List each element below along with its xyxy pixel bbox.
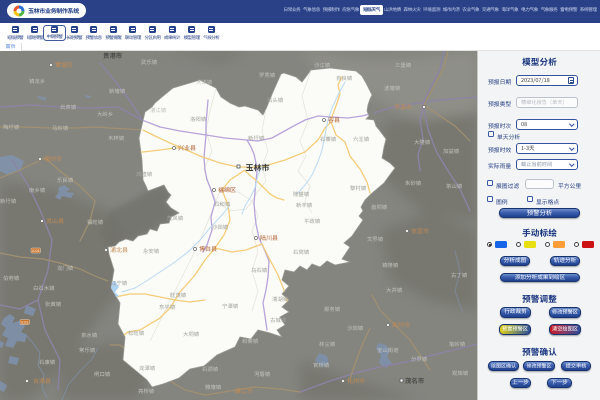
svg-text:松旺镇: 松旺镇 <box>128 329 145 337</box>
svg-text:兴业县: 兴业县 <box>178 143 196 152</box>
svg-text:河唇镇: 河唇镇 <box>254 370 271 378</box>
svg-text:宁潭镇: 宁潭镇 <box>222 302 239 310</box>
svg-text:G228: G228 <box>32 248 40 253</box>
svg-text:信宜市: 信宜市 <box>411 226 429 235</box>
svg-text:白石水镇: 白石水镇 <box>33 284 55 292</box>
svg-text:福绵区: 福绵区 <box>218 185 236 194</box>
svg-text:高州市: 高州市 <box>392 320 410 329</box>
svg-text:大隆镇: 大隆镇 <box>414 138 431 146</box>
svg-text:石颈镇: 石颈镇 <box>202 365 219 373</box>
svg-text:伯劳镇: 伯劳镇 <box>3 274 20 282</box>
svg-text:大岭乡: 大岭乡 <box>97 110 113 118</box>
svg-text:亮桥镇: 亮桥镇 <box>138 387 155 395</box>
svg-text:东平镇: 东平镇 <box>159 303 176 311</box>
svg-text:官桥镇: 官桥镇 <box>313 361 330 369</box>
svg-text:新圩镇: 新圩镇 <box>0 197 17 205</box>
svg-text:陶圩镇: 陶圩镇 <box>3 123 20 131</box>
svg-text:黎村镇: 黎村镇 <box>350 184 367 192</box>
svg-text:茂名市: 茂名市 <box>405 376 425 385</box>
svg-text:加益镇: 加益镇 <box>443 147 460 155</box>
svg-text:罗秀镇: 罗秀镇 <box>259 71 276 79</box>
svg-text:新圩镇: 新圩镇 <box>248 134 265 142</box>
svg-text:分界镇: 分界镇 <box>411 355 428 363</box>
svg-text:茂凤镇: 茂凤镇 <box>167 214 184 222</box>
svg-text:浦北县: 浦北县 <box>110 245 128 254</box>
svg-text:沙田镇: 沙田镇 <box>212 223 229 231</box>
svg-text:波塘镇: 波塘镇 <box>384 84 401 92</box>
svg-text:大洋镇: 大洋镇 <box>196 78 213 86</box>
svg-text:古城镇: 古城镇 <box>270 316 287 324</box>
svg-text:覃塘区: 覃塘区 <box>55 60 73 69</box>
svg-text:乌石镇: 乌石镇 <box>251 266 268 274</box>
svg-text:灵山县: 灵山县 <box>46 216 64 225</box>
svg-text:大井镇: 大井镇 <box>386 286 403 294</box>
svg-text:湛江镇: 湛江镇 <box>150 106 167 114</box>
svg-text:新丰镇: 新丰镇 <box>296 201 313 209</box>
svg-text:石康镇: 石康镇 <box>39 358 56 366</box>
svg-text:文界镇: 文界镇 <box>367 235 384 243</box>
svg-text:石头镇: 石头镇 <box>267 96 284 104</box>
svg-text:沙江镇: 沙江镇 <box>314 61 331 69</box>
svg-text:贵港市: 贵港市 <box>103 51 123 60</box>
svg-text:宝山街道: 宝山街道 <box>377 346 399 354</box>
svg-text:横州市: 横州市 <box>44 154 62 163</box>
svg-text:常乐镇: 常乐镇 <box>79 346 96 354</box>
svg-text:镇隆镇: 镇隆镇 <box>382 261 399 269</box>
svg-text:旺茂镇: 旺茂镇 <box>170 291 187 299</box>
svg-text:茶山镇: 茶山镇 <box>446 182 463 190</box>
svg-text:石窝镇: 石窝镇 <box>293 248 310 256</box>
svg-text:观珠镇: 观珠镇 <box>452 369 469 377</box>
svg-text:G325: G325 <box>21 319 29 324</box>
svg-text:古丁镇: 古丁镇 <box>451 271 468 279</box>
svg-text:石寨镇: 石寨镇 <box>320 135 337 143</box>
svg-text:洛阳镇: 洛阳镇 <box>190 115 207 123</box>
svg-text:永安镇: 永安镇 <box>143 247 160 255</box>
svg-text:三堡镇: 三堡镇 <box>395 61 412 69</box>
svg-text:盘垌镇: 盘垌镇 <box>371 203 388 211</box>
svg-text:江宁镇: 江宁镇 <box>111 279 128 287</box>
svg-text:自良镇: 自良镇 <box>336 74 353 82</box>
svg-text:博白县: 博白县 <box>199 244 217 253</box>
svg-text:云表镇: 云表镇 <box>60 103 77 111</box>
svg-text:雅塘镇: 雅塘镇 <box>205 383 222 391</box>
svg-text:镇龙乡: 镇龙乡 <box>29 77 45 85</box>
svg-text:清湖镇: 清湖镇 <box>272 295 289 303</box>
svg-text:沙田镇: 沙田镇 <box>347 324 364 332</box>
svg-text:石和镇: 石和镇 <box>214 200 231 208</box>
svg-text:朱砂镇: 朱砂镇 <box>405 179 422 187</box>
svg-text:化州市: 化州市 <box>347 376 365 385</box>
svg-text:大垌镇: 大垌镇 <box>183 330 200 338</box>
svg-text:南乡镇: 南乡镇 <box>29 186 46 194</box>
svg-text:隆盛镇: 隆盛镇 <box>293 190 310 198</box>
svg-text:龙潭镇: 龙潭镇 <box>139 364 156 372</box>
svg-text:张黄镇: 张黄镇 <box>45 300 62 308</box>
svg-text:六王镇: 六王镇 <box>353 135 370 143</box>
svg-text:合浦县: 合浦县 <box>33 376 51 385</box>
svg-text:闸口镇: 闸口镇 <box>94 370 111 378</box>
svg-text:乐民镇: 乐民镇 <box>57 176 74 184</box>
svg-text:马岭镇: 马岭镇 <box>52 124 69 132</box>
svg-text:玉林市: 玉林市 <box>246 163 270 174</box>
svg-text:平政镇: 平政镇 <box>304 217 321 225</box>
svg-text:林尘镇: 林尘镇 <box>319 340 336 348</box>
svg-text:陆川县: 陆川县 <box>260 233 278 242</box>
svg-text:泉水镇: 泉水镇 <box>81 331 98 339</box>
svg-text:笔岭镇: 笔岭镇 <box>449 340 466 348</box>
svg-text:容县: 容县 <box>328 115 340 124</box>
svg-text:新塘镇: 新塘镇 <box>109 87 126 95</box>
svg-text:和寮镇: 和寮镇 <box>242 337 259 345</box>
svg-text:城隍镇: 城隍镇 <box>136 170 153 178</box>
svg-text:岑溪市: 岑溪市 <box>394 102 412 111</box>
svg-text:那务镇: 那务镇 <box>324 305 341 313</box>
svg-text:龙门镇: 龙门镇 <box>57 264 74 272</box>
svg-text:廉江市: 廉江市 <box>235 386 253 395</box>
svg-text:武乐镇: 武乐镇 <box>141 58 158 66</box>
svg-text:木梓镇: 木梓镇 <box>108 134 125 142</box>
svg-text:福旺镇: 福旺镇 <box>87 218 104 226</box>
